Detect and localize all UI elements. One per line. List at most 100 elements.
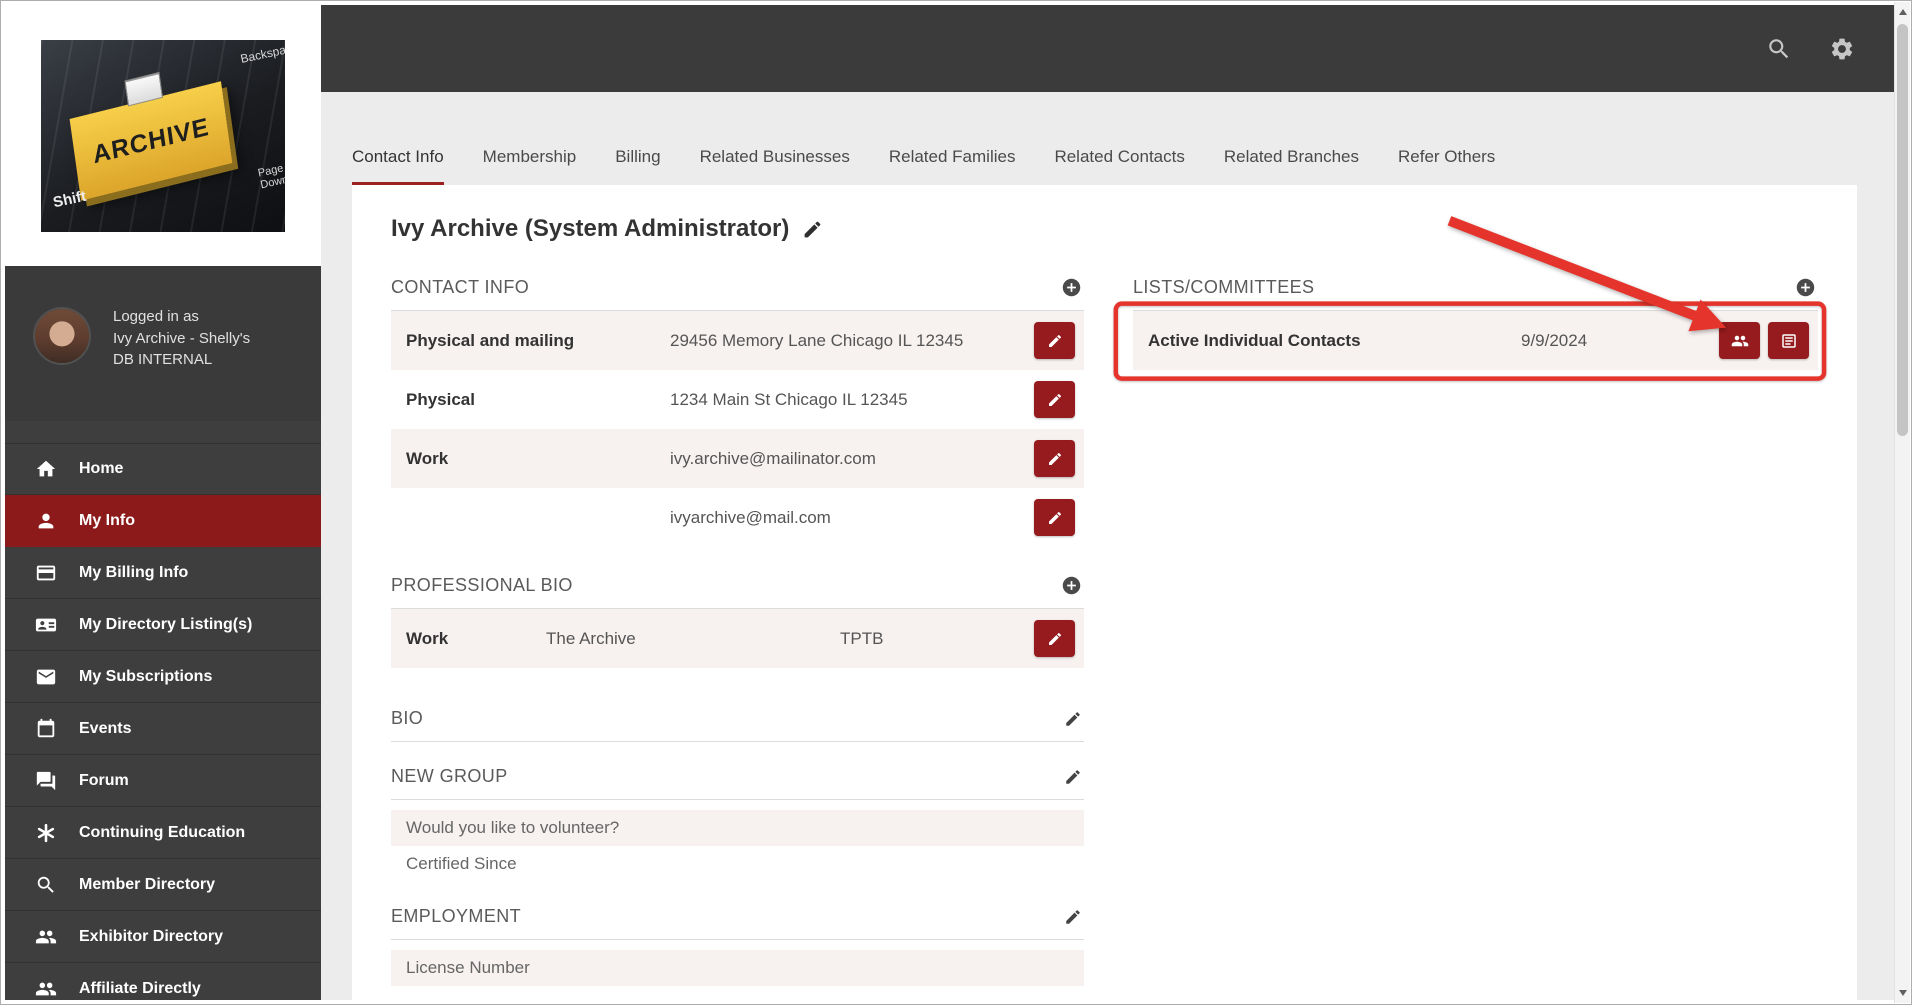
edit-title-pencil-icon[interactable] <box>802 219 823 240</box>
gear-icon[interactable] <box>1829 36 1855 62</box>
archive-logo-image: Backspace ARCHIVE Shift Page Down <box>41 39 285 232</box>
tab-related-branches[interactable]: Related Branches <box>1224 147 1359 185</box>
nav-label: Affiliate Directly <box>79 979 201 997</box>
row-date: 9/9/2024 <box>1521 330 1588 350</box>
row-label: Active Individual Contacts <box>1148 330 1361 350</box>
nav-label: Member Directory <box>79 875 216 893</box>
nav-label: Exhibitor Directory <box>79 927 224 945</box>
contact-info-section-header: CONTACT INFO <box>391 269 1084 311</box>
add-professional-bio-icon[interactable] <box>1061 575 1082 596</box>
drawer-icon <box>124 71 164 107</box>
row-value-secondary: TPTB <box>840 628 884 648</box>
comments-icon <box>35 770 57 792</box>
sidebar: Backspace ARCHIVE Shift Page Down Logged… <box>5 5 334 1000</box>
asterisk-icon <box>35 822 57 844</box>
tab-contact-info[interactable]: Contact Info <box>352 147 444 185</box>
nav-label: Events <box>79 719 132 737</box>
tab-related-businesses[interactable]: Related Businesses <box>700 147 850 185</box>
user-name: Ivy Archive - Shelly's <box>113 329 251 347</box>
scroll-up-icon[interactable] <box>1899 9 1907 15</box>
sidebar-item-member-directory[interactable]: Member Directory <box>5 859 321 911</box>
tab-refer-others[interactable]: Refer Others <box>1398 147 1495 185</box>
contact-row-email: ivyarchive@mail.com <box>391 488 1084 547</box>
sidebar-item-my-info[interactable]: My Info <box>5 495 334 547</box>
section-title: PROFESSIONAL BIO <box>391 575 573 595</box>
nav-label: Forum <box>79 771 129 789</box>
tab-related-families[interactable]: Related Families <box>889 147 1016 185</box>
professional-bio-row: Work The Archive TPTB <box>391 609 1084 668</box>
sidebar-nav: Home My Info My Billing Info My Director… <box>5 421 334 1000</box>
edit-address-button[interactable] <box>1034 381 1075 418</box>
sidebar-item-forum[interactable]: Forum <box>5 755 321 807</box>
sidebar-item-my-subscriptions[interactable]: My Subscriptions <box>5 651 321 703</box>
add-contact-info-icon[interactable] <box>1061 277 1082 298</box>
edit-new-group-pencil-icon[interactable] <box>1064 768 1082 786</box>
logo-pagedown-key-text: Page Down <box>256 161 285 191</box>
scroll-down-icon[interactable] <box>1899 990 1907 996</box>
search-icon[interactable] <box>1766 36 1792 62</box>
lists-committees-column: LISTS/COMMITTEES Active Individual Conta… <box>1133 269 1818 370</box>
user-db-label: DB INTERNAL <box>113 351 213 368</box>
edit-employment-pencil-icon[interactable] <box>1064 908 1082 926</box>
view-list-details-button[interactable] <box>1768 322 1809 359</box>
archive-key: ARCHIVE <box>69 71 233 201</box>
sidebar-item-my-billing-info[interactable]: My Billing Info <box>5 547 321 599</box>
contact-row-work-email: Work ivy.archive@mailinator.com <box>391 429 1084 488</box>
logo[interactable]: Backspace ARCHIVE Shift Page Down <box>5 5 321 266</box>
tab-billing[interactable]: Billing <box>615 147 660 185</box>
field-volunteer: Would you like to volunteer? <box>391 810 1084 846</box>
employment-section-header: EMPLOYMENT <box>391 898 1084 940</box>
edit-bio-pencil-icon[interactable] <box>1064 710 1082 728</box>
field-license-number: License Number <box>391 950 1084 986</box>
lists-committees-section-header: LISTS/COMMITTEES <box>1133 269 1818 311</box>
field-label: Certified Since <box>406 854 517 873</box>
logged-in-as-label: Logged in as <box>113 308 199 325</box>
add-list-committee-icon[interactable] <box>1795 277 1816 298</box>
row-label: Physical and mailing <box>406 330 575 350</box>
edit-address-button[interactable] <box>1034 322 1075 359</box>
sidebar-item-exhibitor-directory[interactable]: Exhibitor Directory <box>5 911 321 963</box>
field-certified-since: Certified Since <box>391 846 1084 882</box>
users-icon <box>35 926 57 948</box>
contact-row-physical: Physical 1234 Main St Chicago IL 12345 <box>391 370 1084 429</box>
sidebar-item-home[interactable]: Home <box>5 443 321 495</box>
topbar <box>321 5 1894 92</box>
contact-row-physical-mailing: Physical and mailing 29456 Memory Lane C… <box>391 311 1084 370</box>
bio-section-header: BIO <box>391 700 1084 742</box>
tab-related-contacts[interactable]: Related Contacts <box>1054 147 1184 185</box>
sidebar-item-affiliate-directly[interactable]: Affiliate Directly <box>5 963 321 1000</box>
page-title: Ivy Archive (System Administrator) <box>391 215 790 242</box>
tab-bar: Contact Info Membership Billing Related … <box>352 147 1495 185</box>
logo-archive-text: ARCHIVE <box>90 111 211 169</box>
calendar-icon <box>35 718 57 740</box>
contact-info-column: CONTACT INFO Physical and mailing 29456 … <box>391 269 1084 986</box>
view-members-button[interactable] <box>1719 322 1760 359</box>
envelope-icon <box>35 666 57 688</box>
row-value: ivyarchive@mail.com <box>670 507 831 527</box>
scrollbar[interactable] <box>1894 2 1910 1003</box>
avatar[interactable] <box>35 309 89 363</box>
edit-email-button[interactable] <box>1034 499 1075 536</box>
nav-label: My Billing Info <box>79 563 189 581</box>
sidebar-item-events[interactable]: Events <box>5 703 321 755</box>
search-icon <box>35 874 57 896</box>
section-title: EMPLOYMENT <box>391 906 522 926</box>
sidebar-item-continuing-education[interactable]: Continuing Education <box>5 807 321 859</box>
profile-card: Ivy Archive (System Administrator) CONTA… <box>352 185 1857 1000</box>
edit-email-button[interactable] <box>1034 440 1075 477</box>
home-icon <box>35 458 57 480</box>
section-title: BIO <box>391 708 424 728</box>
sidebar-item-my-directory-listings[interactable]: My Directory Listing(s) <box>5 599 321 651</box>
users-icon <box>35 978 57 1000</box>
new-group-section-header: NEW GROUP <box>391 758 1084 800</box>
user-info-panel: Logged in as Ivy Archive - Shelly's DB I… <box>5 266 321 421</box>
edit-professional-bio-button[interactable] <box>1034 620 1075 657</box>
field-label: Would you like to volunteer? <box>406 818 620 837</box>
row-label: Physical <box>406 389 475 409</box>
row-value: ivy.archive@mailinator.com <box>670 448 876 468</box>
field-label: License Number <box>406 958 530 977</box>
nav-label: Home <box>79 460 124 477</box>
tab-membership[interactable]: Membership <box>483 147 577 185</box>
scrollbar-thumb[interactable] <box>1897 24 1908 436</box>
row-label: Work <box>406 628 449 648</box>
